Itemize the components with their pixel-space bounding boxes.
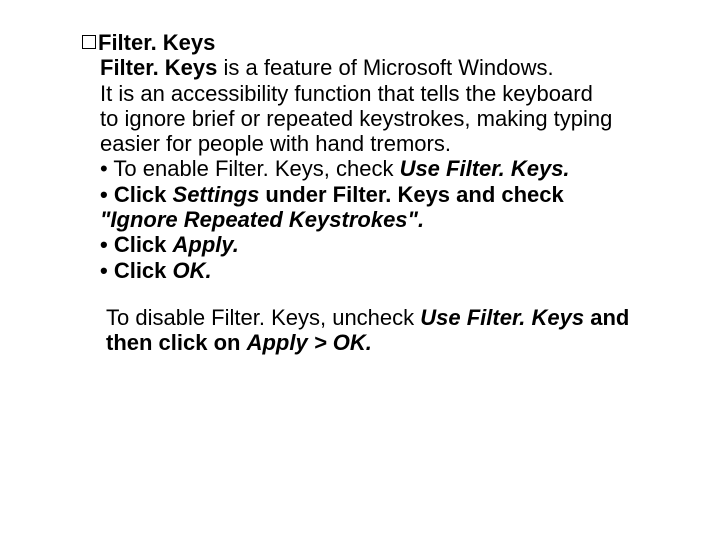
ui-label: "Ignore Repeated Keystrokes". xyxy=(100,207,424,232)
list-item: • Click xyxy=(100,258,173,283)
term: Filter. Keys xyxy=(100,55,217,80)
ui-label: Use Filter. Keys. xyxy=(400,156,570,181)
footer-text: To disable Filter. Keys, uncheck Use Fil… xyxy=(106,305,640,356)
body-text: Filter. Keys is a feature of Microsoft W… xyxy=(100,55,640,283)
sentence: To disable Filter. Keys, uncheck xyxy=(106,305,420,330)
heading-title: Filter. Keys xyxy=(98,30,215,55)
sentence: is a feature of Microsoft Windows. xyxy=(217,55,553,80)
list-item: • To enable Filter. Keys, check xyxy=(100,156,400,181)
sentence: It is an accessibility function that tel… xyxy=(100,81,640,106)
ui-label: OK. xyxy=(173,258,212,283)
list-item: • Click xyxy=(100,182,173,207)
list-item: under Filter. Keys and check xyxy=(259,182,563,207)
ui-label: Apply > OK. xyxy=(247,330,372,355)
sentence: to ignore brief or repeated keystrokes, … xyxy=(100,106,640,157)
list-item: • Click xyxy=(100,232,173,257)
ui-label: Settings xyxy=(173,182,260,207)
bullet-icon xyxy=(82,35,96,49)
ui-label: Apply. xyxy=(173,232,239,257)
ui-label: Use Filter. Keys xyxy=(420,305,584,330)
